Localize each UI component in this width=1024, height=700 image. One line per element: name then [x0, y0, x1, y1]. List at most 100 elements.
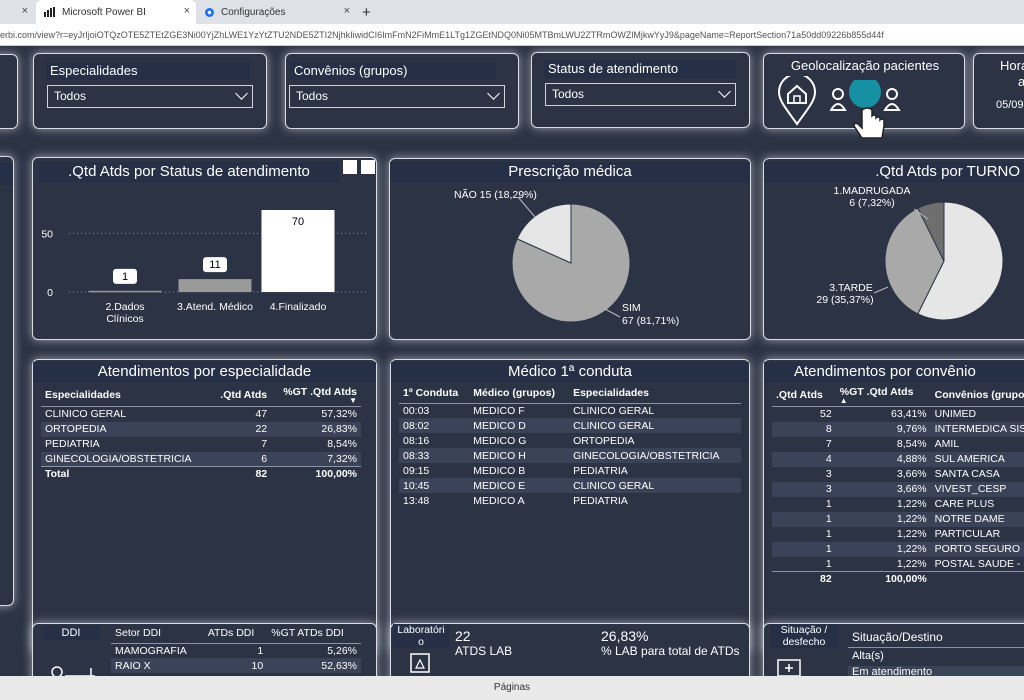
pie-label-sim-value: 67 (81,71%) [622, 315, 680, 327]
geo-title: Geolocalização pacientes [790, 58, 940, 73]
header-label: %GT .Qtd Atds [839, 386, 914, 398]
chevron-down-icon [235, 87, 248, 100]
y-tick-label: 0 [47, 287, 53, 299]
pie-label-tarde-value: 29 (35,37%) [816, 294, 874, 306]
slicer-status: Status de atendimento Todos [531, 52, 750, 128]
table-row[interactable]: 08:33 MEDICO H GINECOLOGIA/OBSTETRICIA [399, 448, 741, 463]
column-header[interactable]: ATDs DDI [203, 624, 268, 644]
column-header[interactable]: Especialidades [41, 384, 211, 407]
list-item[interactable]: Em atendimento [848, 666, 1024, 676]
table-row[interactable]: 4 4,88% SUL AMERICA [772, 451, 1024, 467]
cell: 00:03 [403, 404, 430, 417]
cell: POSTAL SAUDE - CO [934, 557, 1024, 570]
table-row[interactable]: ORTOPEDIA 22 26,83% [41, 421, 361, 437]
column-header[interactable]: Setor DDI [111, 624, 204, 644]
cell: 7 [825, 438, 832, 450]
table-row[interactable]: CLINICO GERAL 47 57,32% [41, 407, 361, 422]
column-header[interactable]: %GT ATDs DDI [267, 624, 361, 644]
browser-tab-settings[interactable]: Configurações × [196, 0, 356, 24]
total-row: 82 100,00% [772, 571, 1024, 587]
ddi-title: DDI [43, 626, 99, 640]
table-row[interactable]: 09:15 MEDICO B PEDIATRIA [399, 463, 741, 478]
table-row[interactable]: 08:02 MEDICO D CLINICO GERAL [399, 418, 741, 433]
cell: 08:16 [403, 434, 430, 447]
table-row[interactable]: 1 1,22% NOTRE DAME [772, 511, 1024, 527]
cell: 1,22% [835, 511, 931, 527]
table-row[interactable]: 1 1,22% PARTICULAR [772, 527, 1024, 542]
x-tick-label: 3.Atend. Médico [177, 301, 253, 313]
cell: 52 [820, 408, 832, 421]
bar [88, 290, 162, 293]
table-row[interactable]: 52 63,41% UNIMED [772, 407, 1024, 422]
situacao-title: Situação / desfecho [770, 624, 838, 648]
especialidades-dropdown[interactable]: Todos [47, 85, 253, 108]
column-header[interactable]: Convênios (grupos) [930, 384, 1024, 407]
column-header[interactable]: .Qtd Atds [772, 384, 836, 407]
cell: 10 [203, 658, 268, 673]
table-row[interactable]: 1 1,22% POSTAL SAUDE - CO [772, 557, 1024, 572]
cell: MEDICO D [469, 418, 570, 433]
cell: 1,22% [835, 541, 931, 557]
table-row[interactable]: RAIO X 10 52,63% [111, 658, 361, 673]
column-header[interactable]: Médico (grupos) [469, 384, 570, 404]
column-header[interactable]: %GT .Qtd Atds ▼ [271, 384, 361, 407]
leader-line [604, 308, 621, 318]
browser-tab-partial[interactable]: × [0, 0, 34, 24]
cell [930, 571, 1024, 587]
table-row[interactable]: MAMOGRAFIA 1 5,26% [111, 643, 361, 658]
convenio-table: .Qtd Atds %GT .Qtd Atds ▲ Convênios (grup… [772, 384, 1024, 587]
close-tab-icon[interactable]: × [184, 5, 190, 17]
data-label: 11 [209, 259, 220, 271]
table-row[interactable]: GINECOLOGIA/OBSTETRICIA 6 7,32% [41, 451, 361, 467]
column-header[interactable]: Especialidades [569, 384, 741, 404]
header-label: %GT .Qtd Atds [283, 386, 357, 398]
new-tab-button[interactable]: + [362, 0, 382, 24]
cell: CARE PLUS [934, 498, 995, 510]
browser-tab-powerbi[interactable]: Microsoft Power BI × [36, 0, 196, 24]
prescricao-panel: Prescrição médica NÃO 15 (18,29%) SIM 67… [389, 158, 751, 340]
table-row[interactable]: 1 1,22% PORTO SEGURO [772, 541, 1024, 557]
geolocalizacao-panel[interactable]: Geolocalização pacientes [763, 53, 965, 139]
kpi-atds-lab-label: ATDS LAB [455, 644, 513, 658]
pie-label-tarde: 3.TARDE [829, 282, 873, 294]
cell: NOTRE DAME [930, 511, 1024, 527]
chevron-down-icon [718, 85, 731, 98]
especialidade-table-panel: Atendimentos por especialidade Especiali… [32, 359, 377, 653]
table-row[interactable]: PEDIATRIA 7 8,54% [41, 437, 361, 452]
cell: CLINICO GERAL [569, 418, 741, 433]
convenios-dropdown[interactable]: Todos [289, 85, 505, 108]
close-tab-icon[interactable]: × [344, 5, 350, 17]
cell: 8 [772, 421, 836, 437]
lab-title: Laboratóri o [393, 624, 449, 648]
pages-bar[interactable]: Páginas [0, 676, 1024, 700]
cell: CLINICO GERAL [573, 404, 655, 417]
table-row[interactable]: 1 1,22% CARE PLUS [772, 497, 1024, 512]
table-row[interactable]: 08:16 MEDICO G ORTOPEDIA [399, 433, 741, 448]
close-tab-icon[interactable]: × [22, 5, 28, 17]
dropdown-value: Todos [552, 87, 585, 101]
table-row[interactable]: 3 3,66% SANTA CASA [772, 467, 1024, 482]
column-header[interactable]: .Qtd Atds [210, 384, 272, 407]
table-row[interactable]: 00:03 MEDICO F CLINICO GERAL [399, 403, 741, 418]
column-header[interactable]: Situação/Destino [848, 626, 1024, 648]
address-bar[interactable]: erbi.com/view?r=eyJrIjoiOTQzOTE5ZTEtZGE3… [0, 24, 1024, 46]
table-row[interactable]: 10:45 MEDICO E CLINICO GERAL [399, 478, 741, 493]
table-row[interactable]: 7 8,54% AMIL [772, 437, 1024, 452]
column-header[interactable]: 1º Conduta [399, 384, 470, 404]
status-bar-chart: 0 50 1 2.DadosClínicos 11 3.Atend. Médico 70 4.… [41, 210, 369, 325]
table-row[interactable]: 13:48 MEDICO A PEDIATRIA [399, 493, 741, 508]
scan-device-icon [51, 666, 95, 676]
pie-label-madrugada: 1.MADRUGADA [833, 185, 911, 197]
column-header[interactable]: %GT .Qtd Atds ▲ [835, 384, 931, 407]
cell: 3,66% [896, 468, 927, 480]
bar [178, 279, 252, 292]
hora-panel: Hora a 05/09 [973, 53, 1024, 129]
cell: ORTOPEDIA [573, 434, 635, 447]
cell: AMIL [934, 438, 960, 450]
list-item[interactable]: Alta(s) [848, 650, 1024, 666]
status-dropdown[interactable]: Todos [545, 83, 736, 106]
table-row[interactable]: 89,76%INTERMEDICA SISTE [772, 421, 1024, 437]
cell: GINECOLOGIA/OBSTETRICIA [569, 448, 741, 463]
table-row[interactable]: 3 3,66% VIVEST_CESP [772, 481, 1024, 497]
cell: SUL AMERICA [930, 451, 1024, 467]
